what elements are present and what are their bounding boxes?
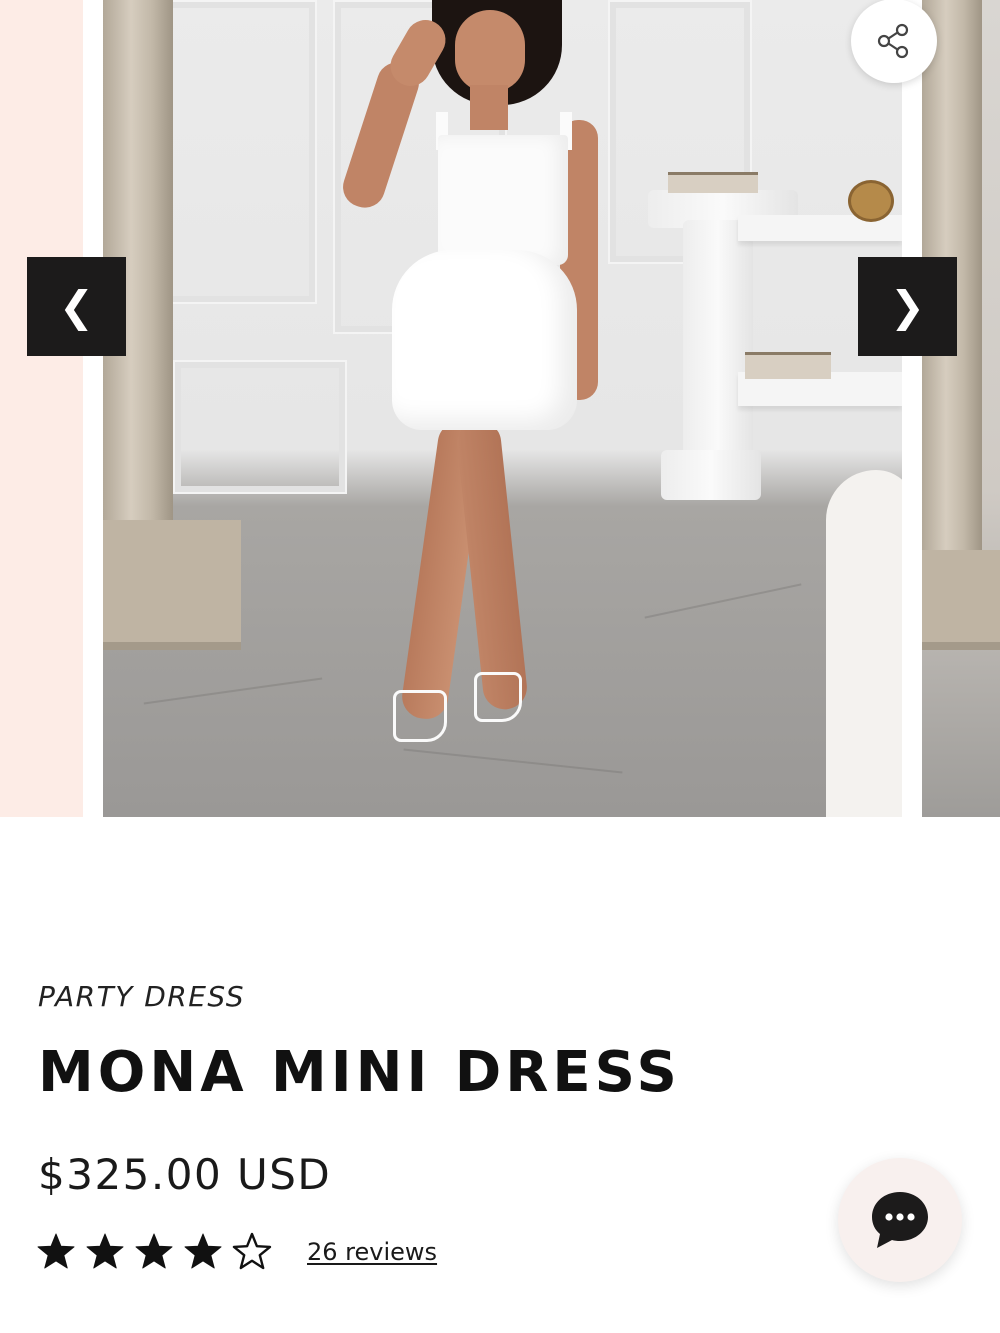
share-icon (877, 23, 909, 59)
reviews-link[interactable]: 26 reviews (307, 1238, 437, 1266)
next-image-button[interactable]: ❯ (858, 257, 957, 356)
chevron-left-icon: ❮ (58, 282, 95, 331)
books-stack (668, 172, 758, 193)
product-rating[interactable]: 26 reviews (36, 1232, 437, 1272)
previous-image-button[interactable]: ❮ (27, 257, 126, 356)
chevron-right-icon: ❯ (889, 282, 926, 331)
star-filled-icon (37, 1233, 75, 1269)
floor-crack (403, 748, 623, 774)
floor-crack (644, 583, 802, 619)
product-price: $325.00 USD (38, 1150, 332, 1199)
star-filled-icon (86, 1233, 124, 1269)
dress-bodice (438, 135, 568, 265)
star-filled-icon (184, 1233, 222, 1269)
sandal (474, 672, 522, 722)
chat-bubble-icon (872, 1192, 928, 1248)
books-stack (745, 352, 831, 379)
column-base (103, 520, 241, 650)
product-category: PARTY DRESS (38, 980, 245, 1013)
pedestal-shaft (683, 220, 753, 460)
column-base (922, 550, 1000, 650)
model-neck (470, 85, 508, 130)
frame-ornament (848, 180, 894, 222)
share-button[interactable] (851, 0, 937, 83)
product-image-gallery[interactable]: ❮ ❯ (0, 0, 1000, 817)
dress-skirt (392, 250, 577, 430)
rating-stars (36, 1232, 272, 1272)
model-face (455, 10, 525, 92)
wall-panel (173, 360, 347, 494)
product-title: MONA MINI DRESS (38, 1040, 681, 1105)
wall-panel (163, 0, 317, 304)
pedestal-base (661, 450, 761, 500)
sandal (393, 690, 447, 742)
armchair (826, 470, 902, 817)
chat-button[interactable] (838, 1158, 962, 1282)
floor-crack (143, 677, 323, 705)
next-slide-edge[interactable] (922, 0, 1000, 817)
star-filled-icon (135, 1233, 173, 1269)
star-empty-icon (232, 1232, 272, 1270)
previous-slide-edge[interactable] (0, 0, 83, 817)
